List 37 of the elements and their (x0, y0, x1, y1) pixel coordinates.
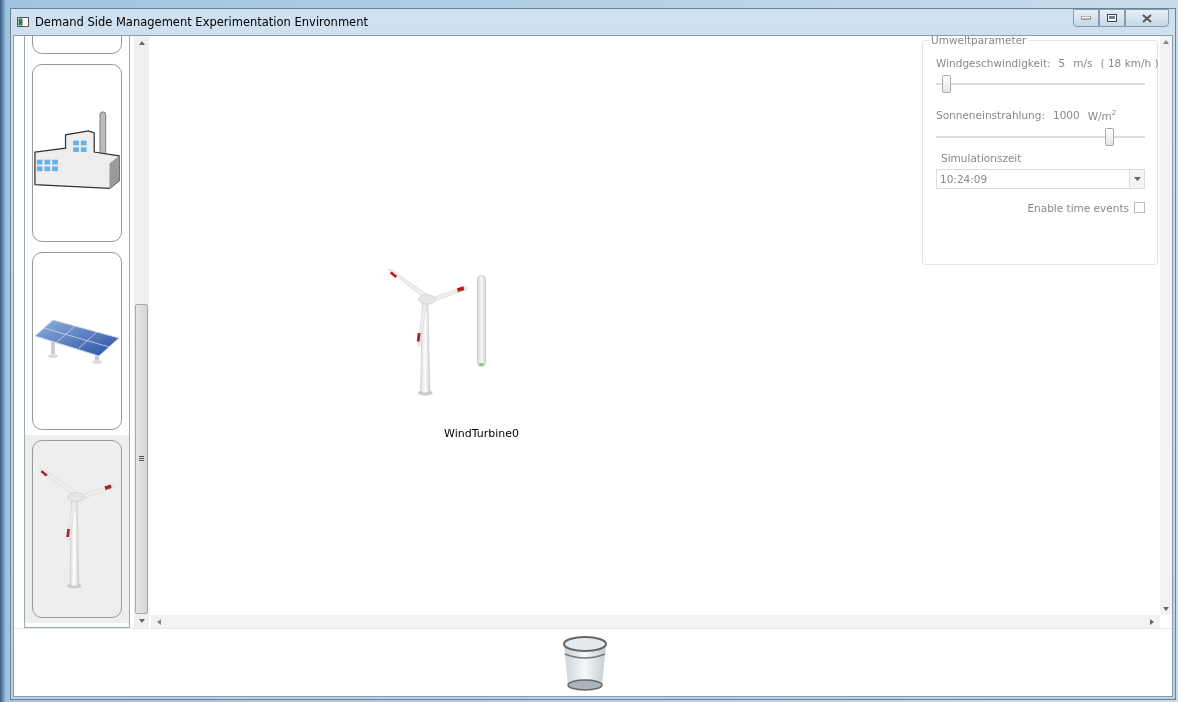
trash-can-icon[interactable] (562, 633, 608, 692)
palette-card[interactable] (32, 440, 122, 618)
slider-thumb[interactable] (942, 75, 952, 93)
window-title: Demand Side Management Experimentation Environment (35, 15, 368, 29)
scroll-left-icon (157, 618, 161, 625)
scroll-down-icon (1163, 607, 1169, 611)
maximize-button[interactable] (1099, 9, 1125, 27)
scroll-down-icon (138, 619, 145, 623)
palette-card[interactable] (32, 64, 122, 242)
close-button[interactable] (1125, 9, 1169, 27)
converted-value: ( 18 km/h ) (1100, 57, 1159, 69)
palette-card[interactable] (32, 252, 122, 430)
scroll-up-icon (138, 41, 145, 45)
solar-panel-icon (33, 316, 121, 366)
scroll-right-icon (1150, 618, 1154, 625)
selected-palette-row[interactable] (25, 435, 129, 623)
checkbox[interactable] (1134, 202, 1145, 213)
time-dropdown[interactable]: 10:24:09 (936, 168, 1145, 189)
group-title: Umweltparameter (929, 36, 1029, 46)
node-label: WindTurbine0 (444, 427, 519, 440)
slider-label: Windgeschwindigkeit: (936, 57, 1051, 69)
scroll-up-icon (1163, 40, 1169, 44)
slider-thumb[interactable] (1105, 127, 1115, 146)
dropdown-arrow-icon (1133, 176, 1141, 181)
unit-label: m/s (1073, 57, 1093, 69)
slider-label: Sonneneinstrahlung: (936, 109, 1045, 122)
close-icon (1142, 13, 1152, 23)
slider-value: 5 (1058, 57, 1066, 69)
maximize-icon (1107, 14, 1117, 22)
unit-label: W/m$^{2}$ (1087, 109, 1117, 122)
checkbox-label: Enable time events (1027, 201, 1129, 214)
slider-value: 1000 (1052, 109, 1080, 122)
minimize-icon (1081, 16, 1091, 20)
grip-icon (139, 456, 144, 462)
app-icon (17, 17, 29, 27)
field-label: Simulationszeit (941, 151, 1023, 164)
scroll-thumb[interactable] (135, 303, 148, 614)
